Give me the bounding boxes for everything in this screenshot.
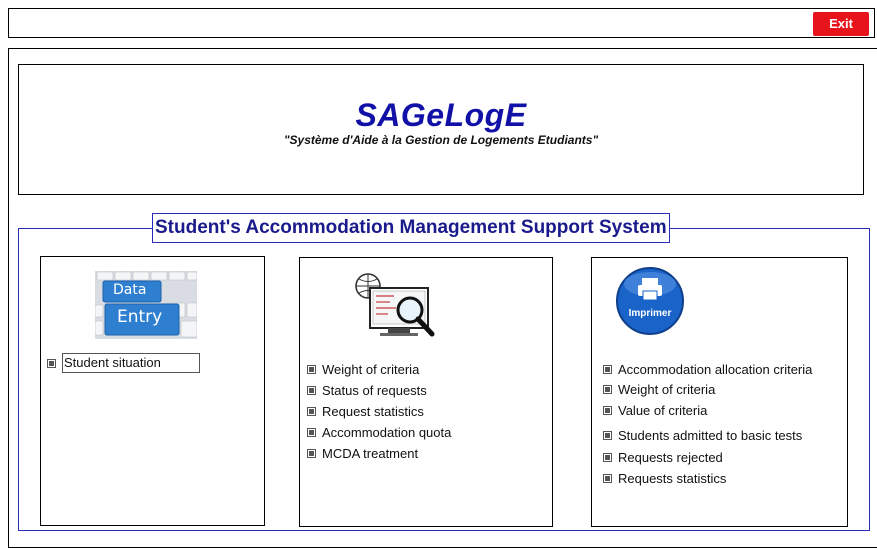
entry-key-label: Entry <box>117 307 163 327</box>
menu-item-accommodation-quota[interactable]: Accommodation quota <box>307 425 451 440</box>
option-icon <box>307 449 316 458</box>
app-banner: SAGeLogE "Système d'Aide à la Gestion de… <box>18 64 864 195</box>
option-icon <box>307 407 316 416</box>
menu-item-label: Value of criteria <box>618 403 708 418</box>
menu-item-weight-of-criteria[interactable]: Weight of criteria <box>307 362 419 377</box>
data-key-label: Data <box>113 282 147 298</box>
menu-item-requests-rejected[interactable]: Requests rejected <box>603 450 723 465</box>
student-situation-field[interactable]: Student situation <box>62 353 200 373</box>
menu-item-mcda-treatment[interactable]: MCDA treatment <box>307 446 418 461</box>
exit-button[interactable]: Exit <box>813 12 869 36</box>
menu-item-label: Weight of criteria <box>618 382 716 397</box>
data-entry-keyboard-icon: Data Entry <box>95 271 197 339</box>
menu-item-label: Requests rejected <box>618 450 723 465</box>
menu-item-request-statistics[interactable]: Request statistics <box>307 404 424 419</box>
menu-item-requests-statistics[interactable]: Requests statistics <box>603 471 726 486</box>
menu-item-label: Status of requests <box>322 383 427 398</box>
option-icon <box>47 358 56 368</box>
data-entry-panel: Data Entry Student situation <box>40 256 265 526</box>
menu-item-student-situation[interactable]: Student situation <box>47 353 200 373</box>
app-subtitle: "Système d'Aide à la Gestion de Logement… <box>283 133 599 147</box>
print-button[interactable]: Imprimer <box>615 266 685 336</box>
menu-item-label: Weight of criteria <box>322 362 420 377</box>
option-icon <box>603 474 612 483</box>
print-panel: Imprimer Accommodation allocation criter… <box>591 257 848 527</box>
treatment-panel: Weight of criteria Status of requests Re… <box>299 257 553 527</box>
menu-item-status-of-requests[interactable]: Status of requests <box>307 383 427 398</box>
menu-item-value-of-criteria[interactable]: Value of criteria <box>603 403 707 418</box>
monitor-magnifier-icon <box>354 272 438 340</box>
menu-item-label: Accommodation quota <box>322 425 452 440</box>
option-icon <box>603 365 612 374</box>
option-icon <box>603 431 612 440</box>
top-toolbar: Exit <box>8 8 875 38</box>
option-icon <box>307 365 316 374</box>
option-icon <box>603 385 612 394</box>
menu-item-students-admitted[interactable]: Students admitted to basic tests <box>603 428 802 443</box>
menu-item-label: MCDA treatment <box>322 446 419 461</box>
option-icon <box>307 386 316 395</box>
option-icon <box>603 453 612 462</box>
option-icon <box>603 406 612 415</box>
menu-item-label: Students admitted to basic tests <box>618 428 803 443</box>
menu-item-print-weight-of-criteria[interactable]: Weight of criteria <box>603 382 715 397</box>
app-name: SAGeLogE <box>355 97 527 133</box>
group-title: Student's Accommodation Management Suppo… <box>152 213 670 243</box>
menu-item-label: Requests statistics <box>618 471 727 486</box>
print-button-label: Imprimer <box>628 308 672 319</box>
option-icon <box>307 428 316 437</box>
menu-item-label: Accommodation allocation criteria <box>618 362 813 377</box>
menu-item-label: Request statistics <box>322 404 424 419</box>
menu-item-allocation-criteria[interactable]: Accommodation allocation criteria <box>603 362 812 377</box>
